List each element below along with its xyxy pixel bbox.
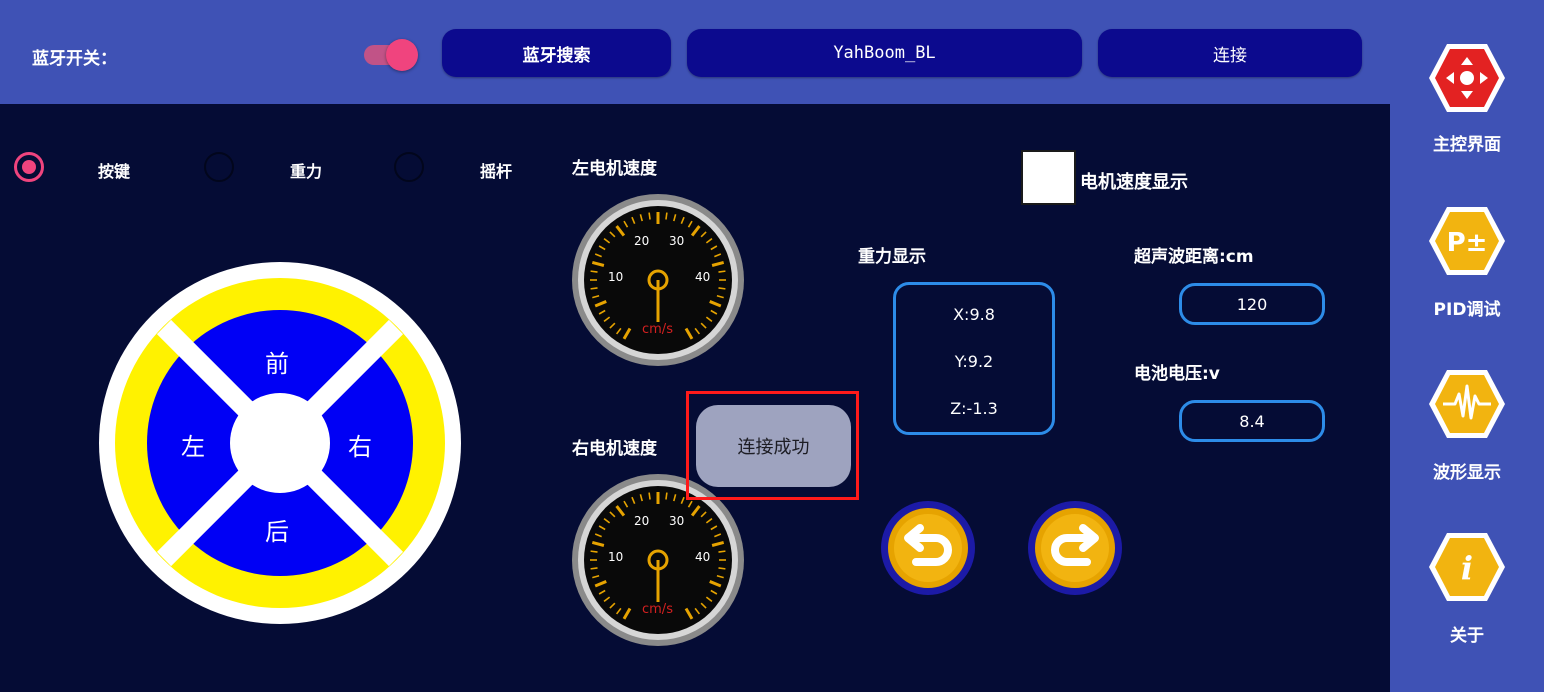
toggle-thumb bbox=[386, 39, 418, 71]
direction-pad: 前 后 左 右 bbox=[99, 262, 461, 624]
left-motor-gauge: 10 20 30 40 cm/s bbox=[570, 192, 746, 368]
rotate-left-icon bbox=[881, 501, 975, 595]
ultrasonic-label: 超声波距离:cm bbox=[1134, 247, 1254, 267]
waveform-icon bbox=[1429, 370, 1505, 438]
forward-label: 前 bbox=[265, 350, 289, 378]
gauge-tick-label-30: 30 bbox=[669, 234, 685, 248]
motor-speed-display-label: 电机速度显示 bbox=[1080, 172, 1188, 193]
gauge-tick bbox=[718, 270, 726, 273]
gravity-readout: X:9.8 Y:9.2 Z:-1.3 bbox=[893, 282, 1055, 435]
sidebar-item-label: 波形显示 bbox=[1433, 463, 1501, 483]
right-motor-speed-title: 右电机速度 bbox=[572, 439, 657, 459]
gauge-tick-label-10: 10 bbox=[608, 550, 624, 564]
rotate-left-button[interactable] bbox=[880, 500, 976, 596]
radio-joystick-label: 摇杆 bbox=[480, 162, 513, 181]
gauge-unit-label: cm/s bbox=[642, 602, 673, 617]
gauge-tick bbox=[718, 287, 726, 290]
gauge-tick bbox=[590, 567, 598, 570]
svg-text:i: i bbox=[1461, 549, 1473, 587]
dpad-icon bbox=[1429, 44, 1505, 112]
gauge-tick bbox=[590, 270, 598, 273]
sidebar-item-waveform[interactable]: 波形显示 bbox=[1390, 366, 1544, 486]
pid-icon: P± bbox=[1429, 207, 1505, 275]
ultrasonic-value: 120 bbox=[1179, 283, 1325, 325]
gauge-tick bbox=[648, 492, 651, 500]
gauge-tick bbox=[648, 212, 651, 220]
sidebar-item-main-control[interactable]: 主控界面 bbox=[1390, 40, 1544, 160]
bluetooth-switch-label: 蓝牙开关： bbox=[32, 49, 117, 69]
gauge-unit-label: cm/s bbox=[642, 322, 673, 337]
device-name-button[interactable]: YahBoom_BL bbox=[687, 29, 1082, 77]
sidebar-item-pid[interactable]: P± PID调试 bbox=[1390, 203, 1544, 323]
svg-text:P±: P± bbox=[1447, 228, 1488, 258]
battery-value: 8.4 bbox=[1179, 400, 1325, 442]
gauge-tick bbox=[665, 492, 668, 500]
gauge-tick bbox=[590, 550, 598, 553]
right-label: 右 bbox=[348, 433, 372, 461]
bluetooth-search-button[interactable]: 蓝牙搜索 bbox=[442, 29, 671, 77]
battery-label: 电池电压:v bbox=[1134, 364, 1220, 384]
rotate-right-button[interactable] bbox=[1027, 500, 1123, 596]
gravity-title: 重力显示 bbox=[858, 247, 926, 267]
gauge-tick bbox=[590, 287, 598, 290]
info-icon: i bbox=[1429, 533, 1505, 601]
gauge-tick-label-40: 40 bbox=[695, 550, 711, 564]
gauge-tick bbox=[718, 567, 726, 570]
gravity-x: X:9.8 bbox=[953, 305, 995, 324]
motor-speed-display-checkbox[interactable] bbox=[1021, 150, 1076, 205]
gauge-tick bbox=[665, 212, 668, 220]
radio-joystick[interactable] bbox=[394, 152, 424, 182]
gauge-tick-label-10: 10 bbox=[608, 270, 624, 284]
gauge-tick-label-40: 40 bbox=[695, 270, 711, 284]
gauge-tick bbox=[718, 550, 726, 553]
gravity-y: Y:9.2 bbox=[954, 352, 994, 371]
gauge-tick-label-20: 20 bbox=[634, 234, 650, 248]
gauge-tick-label-30: 30 bbox=[669, 514, 685, 528]
sidebar-item-label: 主控界面 bbox=[1433, 135, 1501, 155]
left-label: 左 bbox=[181, 433, 205, 461]
gauge-tick-label-20: 20 bbox=[634, 514, 650, 528]
radio-gravity[interactable] bbox=[204, 152, 234, 182]
radio-keys[interactable] bbox=[14, 152, 44, 182]
connect-button[interactable]: 连接 bbox=[1098, 29, 1362, 77]
sidebar-item-label: 关于 bbox=[1450, 626, 1484, 646]
radio-keys-label: 按键 bbox=[98, 162, 131, 181]
radio-gravity-label: 重力 bbox=[290, 162, 323, 181]
sidebar-item-label: PID调试 bbox=[1433, 300, 1501, 320]
gravity-z: Z:-1.3 bbox=[950, 399, 998, 418]
back-label: 后 bbox=[265, 518, 289, 546]
left-motor-speed-title: 左电机速度 bbox=[572, 159, 657, 179]
connection-toast: 连接成功 bbox=[696, 405, 851, 487]
rotate-right-icon bbox=[1028, 501, 1122, 595]
sidebar-item-about[interactable]: i 关于 bbox=[1390, 529, 1544, 649]
bluetooth-toggle[interactable] bbox=[360, 39, 420, 71]
